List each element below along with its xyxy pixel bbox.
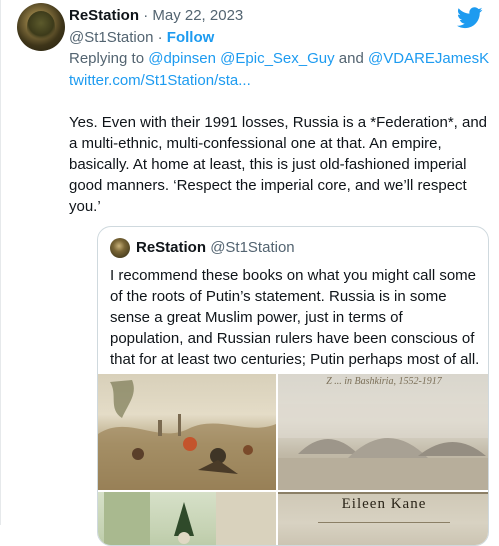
display-name[interactable]: ReStation [69,7,139,24]
mention-link[interactable]: @dpinsen [148,50,216,67]
tweet-body: Yes. Even with their 1991 losses, Russia… [69,114,488,215]
avatar[interactable] [17,3,65,51]
tweet-header: ReStation · May 22, 2023 [69,6,243,26]
book-cover-image[interactable] [98,374,276,490]
twitter-bird-icon[interactable] [457,7,483,29]
quoted-body: I recommend these books on what you migh… [110,267,480,368]
tweet-link[interactable]: twitter.com/St1Station/sta... [69,71,251,91]
replying-to: Replying to @dpinsen @Epic_Sex_Guy and @… [69,49,489,69]
book-cover-image[interactable]: Eileen Kane [278,492,488,545]
mention-link[interactable]: @Epic_Sex_Guy [220,50,334,67]
quoted-display-name[interactable]: ReStation [136,239,206,256]
quoted-handle[interactable]: @St1Station [210,239,294,256]
follow-separator: · [157,29,163,46]
quoted-avatar[interactable] [110,238,130,258]
replying-prefix: Replying to [69,50,145,67]
header-separator: · [143,7,149,24]
mention-link[interactable]: @VDAREJamesK [368,50,489,67]
quoted-header: ReStation @St1Station [136,238,295,258]
handle-line: @St1Station · Follow [69,28,214,48]
tweet-card: ReStation · May 22, 2023 @St1Station · F… [0,0,499,546]
book-cover-image[interactable] [98,492,276,545]
book-cover-image[interactable]: Z ... in Bashkiria, 1552-1917 [278,374,488,490]
avatar-tree-image [27,11,55,41]
replying-and: and [338,50,364,67]
follow-button[interactable]: Follow [167,29,215,46]
quoted-media-grid: Z ... in Bashkiria, 1552-1917 Eileen Kan… [98,374,488,545]
quoted-tweet[interactable]: ReStation @St1Station I recommend these … [97,226,489,546]
tweet-date[interactable]: May 22, 2023 [152,7,243,24]
user-handle[interactable]: @St1Station [69,29,153,46]
